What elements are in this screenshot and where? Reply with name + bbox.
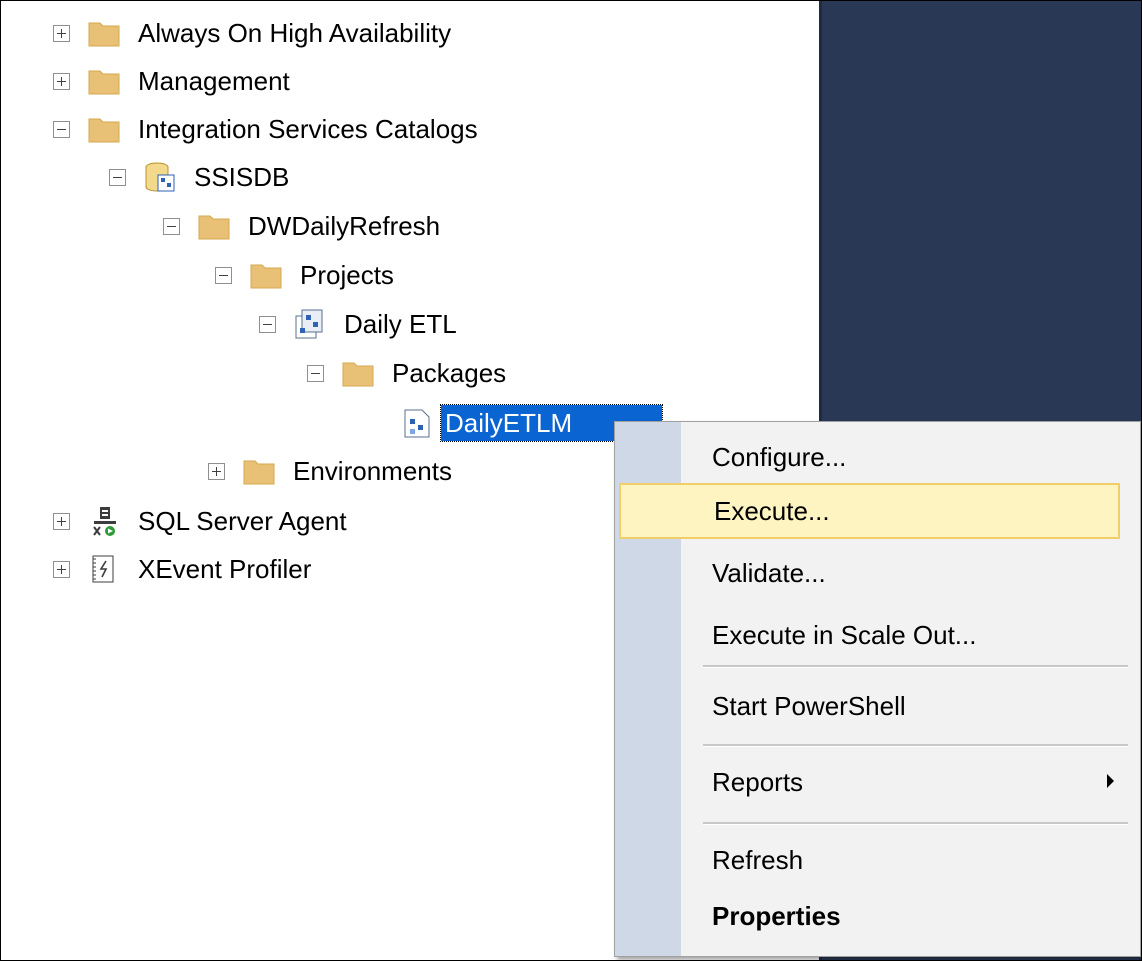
menu-item-label: Validate...	[712, 557, 826, 588]
folder-icon	[198, 210, 230, 242]
menu-item-label: Execute...	[714, 495, 830, 526]
expand-icon[interactable]	[208, 462, 225, 480]
collapse-icon[interactable]	[53, 120, 70, 138]
menu-item-label: Refresh	[712, 844, 804, 875]
tree-node-packages[interactable]: Packages	[307, 351, 510, 395]
tree-node-xevent-profiler[interactable]: XEvent Profiler	[53, 547, 315, 591]
tree-node-label[interactable]: SSISDB	[190, 159, 293, 195]
catalog-database-icon	[144, 161, 176, 193]
tree-node-sql-server-agent[interactable]: SQL Server Agent	[53, 499, 351, 543]
tree-node-environments[interactable]: Environments	[208, 449, 456, 493]
menu-item-label: Properties	[712, 900, 841, 931]
expand-icon[interactable]	[53, 560, 70, 578]
object-explorer-window: Always On High Availability Management I…	[0, 0, 1142, 961]
xevent-profiler-icon	[88, 553, 120, 585]
sql-agent-icon	[88, 505, 120, 537]
tree-node-label[interactable]: XEvent Profiler	[134, 551, 315, 587]
collapse-icon[interactable]	[259, 315, 276, 333]
menu-separator	[703, 665, 1128, 668]
expand-icon[interactable]	[53, 24, 70, 42]
tree-node-always-on[interactable]: Always On High Availability	[53, 11, 455, 55]
folder-icon	[342, 357, 374, 389]
expand-icon[interactable]	[53, 512, 70, 530]
tree-node-label[interactable]: DWDailyRefresh	[244, 208, 444, 244]
collapse-icon[interactable]	[307, 364, 324, 382]
menu-item-properties[interactable]: Properties	[619, 888, 1120, 944]
tree-node-integration-services-catalogs[interactable]: Integration Services Catalogs	[53, 107, 482, 151]
collapse-icon[interactable]	[215, 266, 232, 284]
folder-icon	[88, 17, 120, 49]
folder-icon	[243, 455, 275, 487]
menu-item-configure[interactable]: Configure...	[619, 429, 1120, 485]
menu-item-label: Configure...	[712, 441, 847, 472]
tree-node-label[interactable]: Packages	[388, 355, 510, 391]
tree-node-ssisdb[interactable]: SSISDB	[109, 155, 293, 199]
menu-item-label: Start PowerShell	[712, 690, 906, 721]
tree-node-label[interactable]: SQL Server Agent	[134, 503, 351, 539]
tree-node-label[interactable]: Management	[134, 63, 294, 99]
menu-separator	[703, 822, 1128, 825]
tree-node-label[interactable]: Daily ETL	[340, 306, 461, 342]
folder-icon	[88, 113, 120, 145]
menu-item-start-powershell[interactable]: Start PowerShell	[619, 678, 1120, 734]
context-menu: Configure... Execute... Validate... Exec…	[614, 421, 1141, 957]
tree-node-projects[interactable]: Projects	[215, 253, 398, 297]
menu-item-refresh[interactable]: Refresh	[619, 832, 1120, 888]
menu-item-execute[interactable]: Execute...	[619, 483, 1120, 539]
submenu-arrow-icon	[1107, 774, 1114, 788]
menu-separator	[703, 744, 1128, 747]
tree-node-label[interactable]: Always On High Availability	[134, 15, 455, 51]
menu-item-label: Reports	[712, 766, 804, 797]
tree-node-daily-etl[interactable]: Daily ETL	[259, 302, 461, 346]
tree-node-label[interactable]: Integration Services Catalogs	[134, 111, 482, 147]
menu-item-validate[interactable]: Validate...	[619, 545, 1120, 601]
menu-item-execute-scale-out[interactable]: Execute in Scale Out...	[619, 607, 1120, 663]
tree-node-label[interactable]: Projects	[296, 257, 398, 293]
expand-icon[interactable]	[53, 72, 70, 90]
tree-node-dwdailyrefresh[interactable]: DWDailyRefresh	[163, 204, 444, 248]
tree-node-label[interactable]: Environments	[289, 453, 456, 489]
folder-icon	[88, 65, 120, 97]
folder-icon	[250, 259, 282, 291]
collapse-icon[interactable]	[109, 168, 126, 186]
menu-item-reports[interactable]: Reports	[619, 754, 1120, 810]
collapse-icon[interactable]	[163, 217, 180, 235]
package-icon	[401, 407, 433, 439]
menu-item-label: Execute in Scale Out...	[712, 619, 977, 650]
project-icon	[294, 308, 326, 340]
tree-node-management[interactable]: Management	[53, 59, 294, 103]
